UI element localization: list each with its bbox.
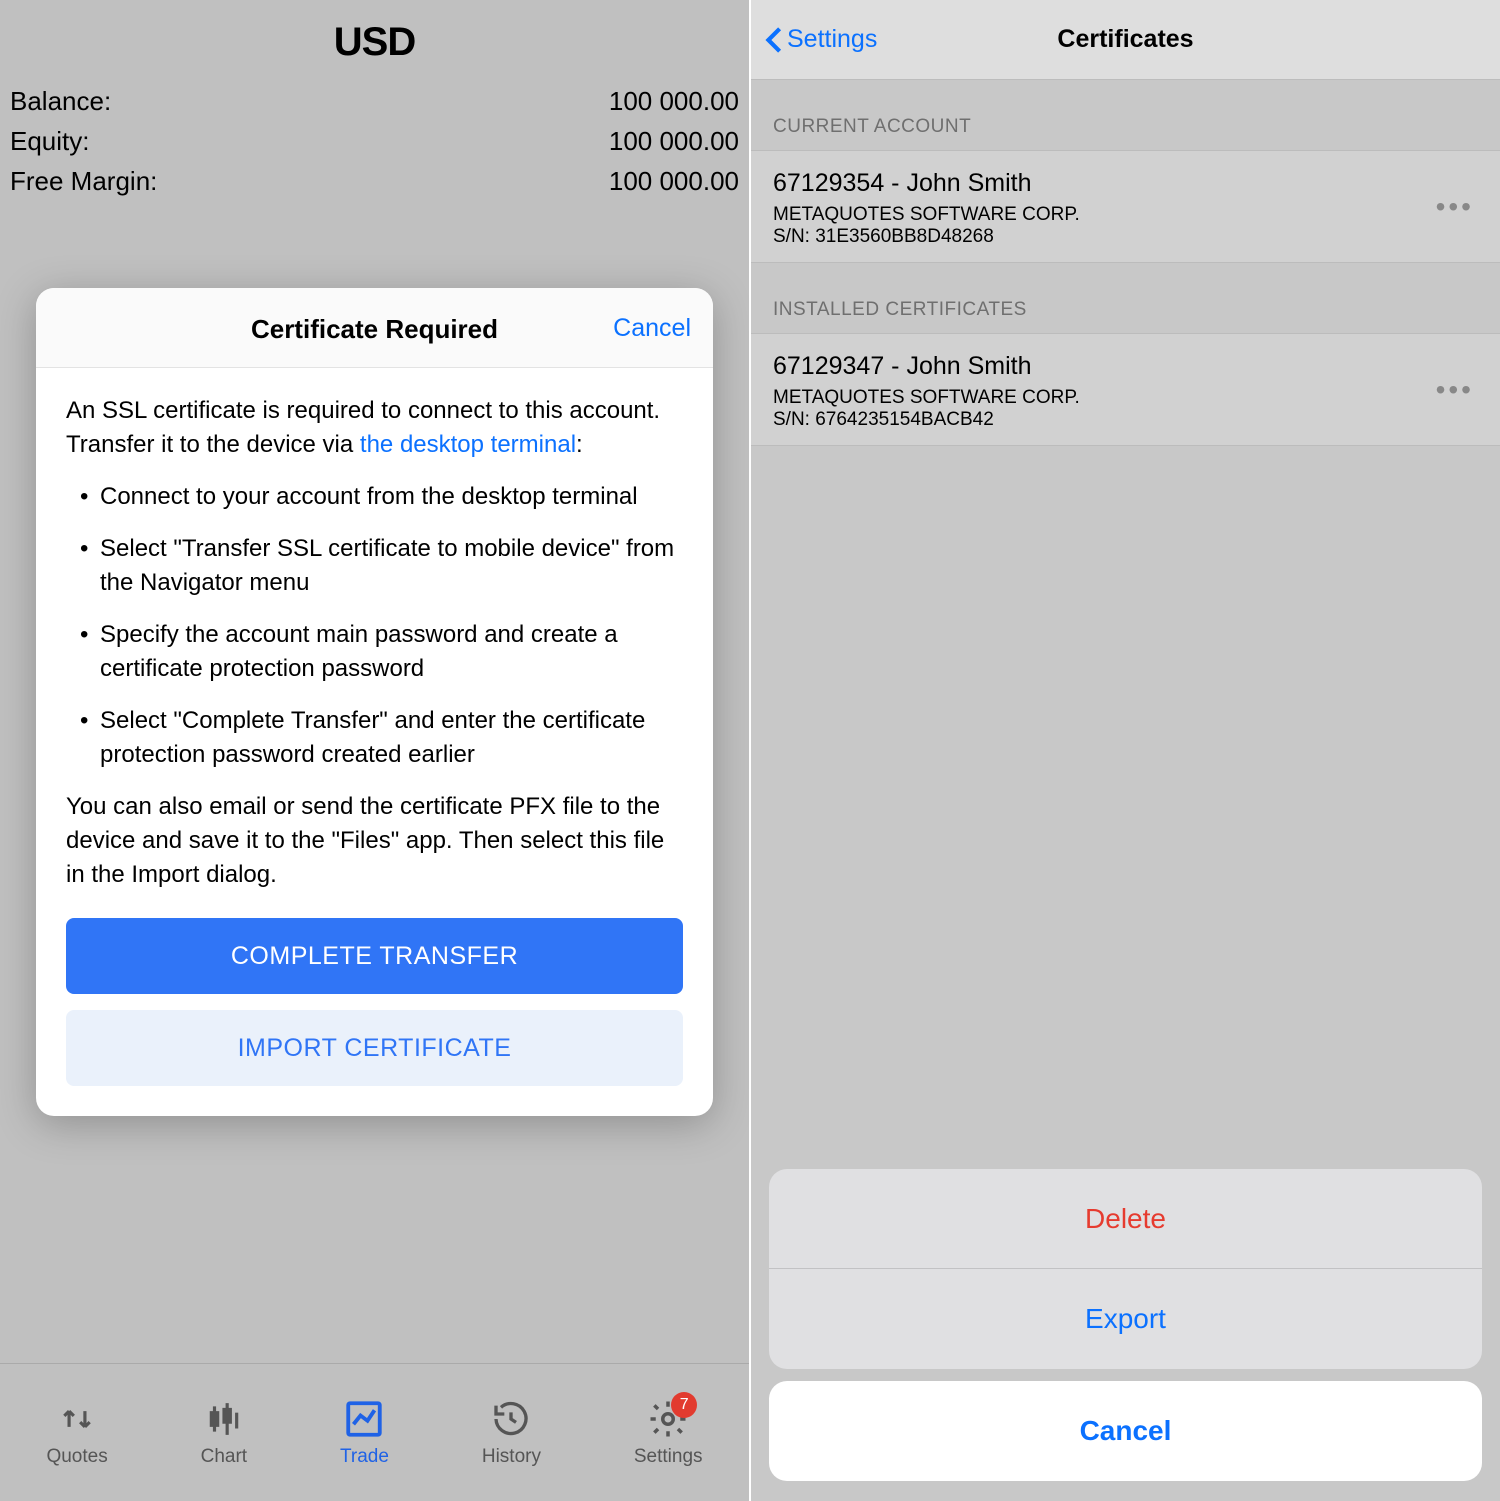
tab-chart[interactable]: Chart [201, 1398, 247, 1468]
cert-company: METAQUOTES SOFTWARE CORP. [773, 387, 1478, 409]
trade-icon [343, 1398, 385, 1440]
cert-company: METAQUOTES SOFTWARE CORP. [773, 204, 1478, 226]
balance-row: Balance: 100 000.00 [10, 81, 739, 121]
chevron-left-icon [765, 26, 783, 54]
equity-label: Equity: [10, 121, 90, 161]
balance-label: Balance: [10, 81, 111, 121]
delete-button[interactable]: Delete [769, 1169, 1482, 1269]
cert-name: 67129354 - John Smith [773, 169, 1478, 198]
nav-bar: Settings Certificates [751, 0, 1500, 80]
tab-trade[interactable]: Trade [340, 1398, 389, 1468]
modal-steps-list: Connect to your account from the desktop… [80, 480, 683, 772]
section-installed-certificates: INSTALLED CERTIFICATES [751, 263, 1500, 333]
cert-sn: S/N: 31E3560BB8D48268 [773, 226, 1478, 248]
page-title: Certificates [1057, 25, 1193, 54]
freemargin-row: Free Margin: 100 000.00 [10, 161, 739, 201]
tab-settings[interactable]: 7 Settings [634, 1398, 703, 1468]
more-icon[interactable]: ••• [1436, 191, 1474, 223]
tab-label: Chart [201, 1446, 247, 1468]
quotes-icon [56, 1398, 98, 1440]
freemargin-label: Free Margin: [10, 161, 157, 201]
desktop-terminal-link[interactable]: the desktop terminal [360, 431, 576, 458]
history-icon [490, 1398, 532, 1440]
tab-label: History [482, 1446, 541, 1468]
tab-label: Trade [340, 1446, 389, 1468]
more-icon[interactable]: ••• [1436, 374, 1474, 406]
cancel-button[interactable]: Cancel [769, 1381, 1482, 1481]
back-button[interactable]: Settings [765, 25, 877, 54]
modal-cancel-link[interactable]: Cancel [613, 314, 691, 343]
equity-value: 100 000.00 [609, 121, 739, 161]
section-current-account: CURRENT ACCOUNT [751, 80, 1500, 150]
modal-step: Specify the account main password and cr… [80, 618, 683, 686]
tab-history[interactable]: History [482, 1398, 541, 1468]
certificate-modal: Certificate Required Cancel An SSL certi… [36, 288, 713, 1116]
modal-outro: You can also email or send the certifica… [66, 790, 683, 892]
modal-step: Connect to your account from the desktop… [80, 480, 683, 514]
modal-step: Select "Complete Transfer" and enter the… [80, 704, 683, 772]
modal-step: Select "Transfer SSL certificate to mobi… [80, 532, 683, 600]
action-sheet: Delete Export Cancel [769, 1169, 1482, 1481]
tab-quotes[interactable]: Quotes [46, 1398, 107, 1468]
chart-icon [203, 1398, 245, 1440]
settings-badge: 7 [671, 1392, 697, 1418]
currency-header: USD [0, 0, 749, 75]
cert-sn: S/N: 6764235154BACB42 [773, 409, 1478, 431]
modal-title: Certificate Required [251, 314, 498, 344]
tab-label: Quotes [46, 1446, 107, 1468]
export-button[interactable]: Export [769, 1269, 1482, 1369]
cert-name: 67129347 - John Smith [773, 352, 1478, 381]
freemargin-value: 100 000.00 [609, 161, 739, 201]
balance-value: 100 000.00 [609, 81, 739, 121]
certificate-row-installed[interactable]: 67129347 - John Smith METAQUOTES SOFTWAR… [751, 333, 1500, 446]
account-summary: Balance: 100 000.00 Equity: 100 000.00 F… [0, 75, 749, 201]
complete-transfer-button[interactable]: COMPLETE TRANSFER [66, 918, 683, 994]
back-label: Settings [787, 25, 877, 54]
import-certificate-button[interactable]: IMPORT CERTIFICATE [66, 1010, 683, 1086]
modal-intro: An SSL certificate is required to connec… [66, 394, 683, 462]
modal-intro-post: : [576, 431, 583, 458]
certificate-row-current[interactable]: 67129354 - John Smith METAQUOTES SOFTWAR… [751, 150, 1500, 263]
tab-label: Settings [634, 1446, 703, 1468]
equity-row: Equity: 100 000.00 [10, 121, 739, 161]
tab-bar: Quotes Chart Trade History [0, 1363, 749, 1501]
currency-label: USD [0, 20, 749, 65]
settings-icon: 7 [647, 1398, 689, 1440]
